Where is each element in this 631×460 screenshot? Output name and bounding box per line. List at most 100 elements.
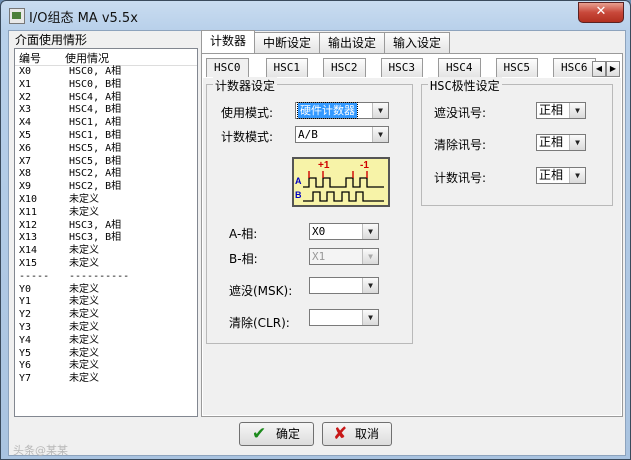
tab-interrupt[interactable]: 中断设定 xyxy=(254,32,321,53)
tab-input[interactable]: 输入设定 xyxy=(384,32,451,53)
list-item[interactable]: Y7 未定义 xyxy=(15,373,197,386)
count-mode-value: A/B xyxy=(298,128,318,141)
tab-hsc0[interactable]: HSC0 xyxy=(206,58,249,77)
interface-usage-list[interactable]: 编号 使用情况 X0 HSC0, A相 X1 HSC0, B相 X2 HSC4, A相 X3… xyxy=(14,48,198,417)
list-item-id: Y7 xyxy=(19,373,32,385)
close-button[interactable]: ✕ xyxy=(578,2,624,23)
polarity-clear-label: 清除讯号: xyxy=(434,138,487,152)
tab-hsc2[interactable]: HSC2 xyxy=(323,58,366,77)
list-item-usage: HSC0, A相 xyxy=(69,66,122,77)
list-item[interactable]: Y4 未定义 xyxy=(15,335,197,348)
chevron-down-icon: ▼ xyxy=(362,278,378,293)
ok-button-label: 确定 xyxy=(276,427,301,441)
clear-label: 清除(CLR): xyxy=(229,316,290,330)
list-item-id: Y6 xyxy=(19,360,32,372)
list-item[interactable]: Y1 未定义 xyxy=(15,296,197,309)
polarity-count-label: 计数讯号: xyxy=(434,171,487,185)
list-header: 编号 使用情况 xyxy=(15,49,197,66)
count-mode-label: 计数模式: xyxy=(221,130,274,144)
interface-usage-group: 介面使用情形 编号 使用情况 X0 HSC0, A相 X1 HSC0, B相 X2 HSC… xyxy=(11,31,199,417)
diagram-b-label: B xyxy=(295,190,302,200)
list-item-id: X7 xyxy=(19,155,32,167)
main-tabs: 计数器 中断设定 输出设定 输入设定 xyxy=(201,30,451,53)
list-item[interactable]: X14 未定义 xyxy=(15,245,197,258)
list-item-id: X12 xyxy=(19,219,38,231)
list-item[interactable]: X11 未定义 xyxy=(15,207,197,220)
list-item-usage: 未定义 xyxy=(69,283,99,295)
list-item[interactable]: X6 HSC5, A相 xyxy=(15,143,197,156)
checkmark-icon: ✔ xyxy=(252,424,267,444)
list-item[interactable]: X8 HSC2, A相 xyxy=(15,168,197,181)
clear-select[interactable]: ▼ xyxy=(309,309,379,326)
chevron-down-icon: ▼ xyxy=(569,103,585,118)
polarity-count-dropdown[interactable]: ▼ xyxy=(569,167,586,184)
a-phase-select[interactable]: X0 ▼ xyxy=(309,223,379,240)
list-item[interactable]: Y5 未定义 xyxy=(15,348,197,361)
interface-usage-title: 介面使用情形 xyxy=(13,31,90,48)
tab-hsc5[interactable]: HSC5 xyxy=(495,58,538,77)
tab-counter[interactable]: 计数器 xyxy=(201,30,256,53)
tab-hsc4[interactable]: HSC4 xyxy=(438,58,481,77)
list-item[interactable]: X7 HSC5, B相 xyxy=(15,156,197,169)
list-item-id: Y2 xyxy=(19,309,32,321)
mask-label: 遮没(MSK): xyxy=(229,284,293,298)
list-item[interactable]: X15 未定义 xyxy=(15,258,197,271)
list-item[interactable]: Y6 未定义 xyxy=(15,360,197,373)
ok-button[interactable]: ✔ 确定 xyxy=(239,422,314,446)
counter-settings-title: 计数器设定 xyxy=(213,77,278,94)
tab-hsc3[interactable]: HSC3 xyxy=(380,58,423,77)
list-item[interactable]: Y3 未定义 xyxy=(15,322,197,335)
mask-select[interactable]: ▼ xyxy=(309,277,379,294)
polarity-clear-select[interactable]: 正相 xyxy=(536,134,570,151)
tab-scroll-left-button[interactable]: ◀ xyxy=(592,61,606,77)
list-item-usage: HSC0, B相 xyxy=(69,78,122,90)
title-bar[interactable]: I/O组态 MA v5.5x ✕ xyxy=(1,1,630,29)
list-item-id: X11 xyxy=(19,206,38,218)
list-item-usage: HSC5, A相 xyxy=(69,142,122,154)
use-mode-select[interactable]: 硬件计数器 ▼ xyxy=(295,102,389,119)
list-item[interactable]: X4 HSC1, A相 xyxy=(15,117,197,130)
tab-hsc1[interactable]: HSC1 xyxy=(265,58,308,77)
counter-settings-group: 计数器设定 使用模式: 硬件计数器 ▼ 计数模式: A/B ▼ +1 -1 A … xyxy=(206,77,413,344)
list-item-id: X4 xyxy=(19,117,32,129)
b-phase-select: X1 ▼ xyxy=(309,248,379,265)
col-header-id: 编号 xyxy=(19,52,41,65)
chevron-down-icon: ▼ xyxy=(362,224,378,239)
count-mode-select[interactable]: A/B ▼ xyxy=(295,126,389,143)
polarity-mask-dropdown[interactable]: ▼ xyxy=(569,102,586,119)
polarity-mask-value: 正相 xyxy=(539,103,564,117)
list-item-usage: 未定义 xyxy=(69,245,99,257)
list-item[interactable]: Y2 未定义 xyxy=(15,309,197,322)
list-item-usage: HSC4, A相 xyxy=(69,91,122,103)
chevron-down-icon: ▼ xyxy=(372,127,388,142)
list-item-usage: HSC4, B相 xyxy=(69,104,122,116)
list-item[interactable]: X9 HSC2, B相 xyxy=(15,181,197,194)
list-item[interactable]: X0 HSC0, A相 xyxy=(15,66,197,79)
polarity-mask-select[interactable]: 正相 xyxy=(536,102,570,119)
polarity-clear-dropdown[interactable]: ▼ xyxy=(569,134,586,151)
tab-hsc6[interactable]: HSC6 xyxy=(553,58,596,77)
list-item[interactable]: ----- ---------- xyxy=(15,271,197,284)
list-item-id: X2 xyxy=(19,91,32,103)
list-item-usage: 未定义 xyxy=(69,373,99,385)
polarity-count-select[interactable]: 正相 xyxy=(536,167,570,184)
list-item-usage: 未定义 xyxy=(69,309,99,321)
list-item[interactable]: X1 HSC0, B相 xyxy=(15,79,197,92)
list-item[interactable]: X10 未定义 xyxy=(15,194,197,207)
window-title: I/O组态 MA v5.5x xyxy=(29,11,138,26)
a-phase-label: A-相: xyxy=(229,227,258,241)
list-item-id: X8 xyxy=(19,168,32,180)
list-item[interactable]: X5 HSC1, B相 xyxy=(15,130,197,143)
polarity-group: HSC极性设定 遮没讯号: 正相 ▼ 清除讯号: 正相 ▼ 计数讯号: 正相 ▼ xyxy=(421,77,613,206)
list-item[interactable]: X12 HSC3, A相 xyxy=(15,220,197,233)
list-item[interactable]: X13 HSC3, B相 xyxy=(15,232,197,245)
tab-scroll-right-button[interactable]: ▶ xyxy=(606,61,620,77)
tab-output[interactable]: 输出设定 xyxy=(319,32,386,53)
list-item[interactable]: Y0 未定义 xyxy=(15,284,197,297)
cancel-button[interactable]: ✘ 取消 xyxy=(322,422,392,446)
counter-tab-panel: HSC0 HSC1 HSC2 HSC3 HSC4 HSC5 HSC6 ◀ ▶ 计… xyxy=(201,53,623,417)
hsc-tabs: HSC0 HSC1 HSC2 HSC3 HSC4 HSC5 HSC6 xyxy=(206,58,596,77)
list-item[interactable]: X3 HSC4, B相 xyxy=(15,104,197,117)
list-item[interactable]: X2 HSC4, A相 xyxy=(15,92,197,105)
list-item-id: ----- xyxy=(19,270,50,282)
